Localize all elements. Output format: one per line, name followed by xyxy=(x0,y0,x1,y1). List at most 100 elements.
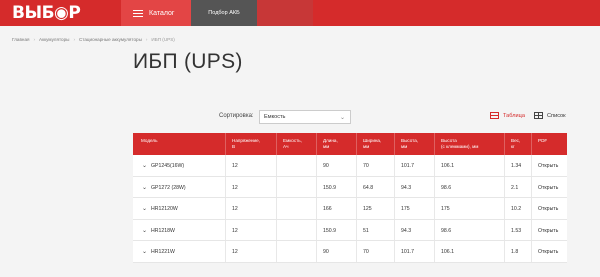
column-divider xyxy=(394,176,395,197)
chevron-down-icon[interactable]: ⌄ xyxy=(142,248,147,255)
chevron-down-icon[interactable]: ⌄ xyxy=(142,227,147,234)
cell-model[interactable]: HR1221W xyxy=(151,249,175,255)
view-table-toggle[interactable]: Таблица xyxy=(490,112,525,119)
table-row[interactable]: ⌄ HR1218W 12 150.9 51 94.3 98.6 1.53 Открыть xyxy=(133,219,567,241)
cell-length: 90 xyxy=(323,163,329,169)
cell-height: 94.3 xyxy=(401,227,412,234)
column-divider xyxy=(276,241,277,262)
table-row[interactable]: ⌄ GP1245(16W) 12 90 70 101.7 106.1 1.34 Открыть xyxy=(133,155,567,177)
logo[interactable]: ВЫБ◉Р xyxy=(12,3,81,23)
cell-weight: 10.2 xyxy=(511,206,522,212)
cell-height-terminals: 98.6 xyxy=(441,184,452,191)
column-divider xyxy=(356,198,357,219)
th-weight[interactable]: Вес, кг xyxy=(511,138,520,150)
th-capacity[interactable]: Емкость, Ач xyxy=(283,138,302,150)
cell-length: 150.9 xyxy=(323,184,336,191)
table-row[interactable]: ⌄ GP1272 (28W) 12 150.9 64.8 94.3 98.6 2.1 Откры… xyxy=(133,176,567,198)
column-divider xyxy=(504,155,505,176)
cell-height: 175 xyxy=(401,206,410,212)
column-divider xyxy=(276,219,277,240)
column-divider xyxy=(434,198,435,219)
cell-height: 94.3 xyxy=(401,184,412,191)
th-pdf[interactable]: PDF xyxy=(538,138,547,144)
pdf-open-link[interactable]: Открыть xyxy=(538,249,558,255)
view-list-toggle[interactable]: Список xyxy=(534,112,566,119)
cell-width: 64.8 xyxy=(363,184,374,191)
column-divider xyxy=(434,133,435,155)
cell-voltage: 12 xyxy=(232,249,238,255)
table-row[interactable]: ⌄ HR12120W 12 166 125 175 175 10.2 Открыть xyxy=(133,198,567,220)
cell-length: 166 xyxy=(323,206,332,212)
th-height-terminals[interactable]: Высота (с клеммами), мм xyxy=(441,138,478,150)
column-divider xyxy=(394,198,395,219)
cell-width: 51 xyxy=(363,227,369,234)
cell-voltage: 12 xyxy=(232,163,238,169)
chevron-down-icon[interactable]: ⌄ xyxy=(142,184,147,191)
page-title: ИБП (UPS) xyxy=(133,50,243,73)
battery-picker-tab[interactable]: Подбор АКБ xyxy=(191,0,257,26)
list-view-icon xyxy=(534,112,543,119)
sort-value: Емкость xyxy=(264,114,286,120)
column-divider xyxy=(316,198,317,219)
pdf-open-link[interactable]: Открыть xyxy=(538,163,558,169)
column-divider xyxy=(434,176,435,197)
th-model[interactable]: Модель xyxy=(141,138,158,144)
breadcrumb-batteries[interactable]: Аккумуляторы xyxy=(39,37,69,42)
column-divider xyxy=(225,155,226,176)
column-divider xyxy=(316,176,317,197)
cell-height-terminals: 106.1 xyxy=(441,249,454,255)
cell-height-terminals: 98.6 xyxy=(441,227,452,234)
chevron-down-icon[interactable]: ⌄ xyxy=(142,205,147,212)
sort-select[interactable]: Емкость ⌄ xyxy=(259,110,351,124)
cell-height: 101.7 xyxy=(401,163,414,169)
table-row[interactable]: ⌄ HR1221W 12 90 70 101.7 106.1 1.8 Открыть xyxy=(133,241,567,263)
cell-weight: 1.53 xyxy=(511,227,522,234)
column-divider xyxy=(394,219,395,240)
column-divider xyxy=(531,198,532,219)
pdf-open-link[interactable]: Открыть xyxy=(538,228,558,234)
cell-model[interactable]: HR1218W xyxy=(151,228,175,234)
chevron-down-icon[interactable]: ⌄ xyxy=(142,162,147,169)
column-divider xyxy=(356,176,357,197)
column-divider xyxy=(434,219,435,240)
breadcrumb-stationary[interactable]: Стационарные аккумуляторы xyxy=(79,37,142,42)
breadcrumb-home[interactable]: Главная xyxy=(12,37,29,42)
logo-text: ВЫБ◉Р xyxy=(12,3,81,23)
pdf-open-link[interactable]: Открыть xyxy=(538,206,558,212)
column-divider xyxy=(276,198,277,219)
column-divider xyxy=(394,241,395,262)
cell-model[interactable]: HR12120W xyxy=(151,206,178,212)
column-divider xyxy=(531,219,532,240)
column-divider xyxy=(316,219,317,240)
column-divider xyxy=(225,241,226,262)
cell-voltage: 12 xyxy=(232,227,238,234)
view-table-label: Таблица xyxy=(503,112,525,119)
column-divider xyxy=(316,133,317,155)
table-header: Модель Напряжение, В Емкость, Ач Длина, мм Ш… xyxy=(133,133,567,155)
column-divider xyxy=(225,176,226,197)
column-divider xyxy=(356,133,357,155)
column-divider xyxy=(394,133,395,155)
catalog-button[interactable]: Каталог xyxy=(121,0,191,26)
column-divider xyxy=(356,241,357,262)
pdf-open-link[interactable]: Открыть xyxy=(538,185,558,191)
column-divider xyxy=(531,176,532,197)
th-voltage[interactable]: Напряжение, В xyxy=(232,138,260,150)
cell-weight: 1.8 xyxy=(511,249,519,255)
cell-width: 70 xyxy=(363,163,369,169)
th-width[interactable]: Ширина, мм xyxy=(363,138,381,150)
column-divider xyxy=(504,133,505,155)
burger-icon xyxy=(133,9,143,17)
cell-voltage: 12 xyxy=(232,184,238,191)
view-list-label: Список xyxy=(547,112,566,119)
column-divider xyxy=(504,219,505,240)
cell-model[interactable]: GP1245(16W) xyxy=(151,163,184,169)
column-divider xyxy=(356,155,357,176)
column-divider xyxy=(225,133,226,155)
nav-tab-placeholder[interactable] xyxy=(257,0,313,26)
th-height[interactable]: Высота, мм xyxy=(401,138,418,150)
breadcrumb-separator: › xyxy=(145,37,148,42)
column-divider xyxy=(531,155,532,176)
th-length[interactable]: Длина, мм xyxy=(323,138,338,150)
cell-model[interactable]: GP1272 (28W) xyxy=(151,185,186,191)
